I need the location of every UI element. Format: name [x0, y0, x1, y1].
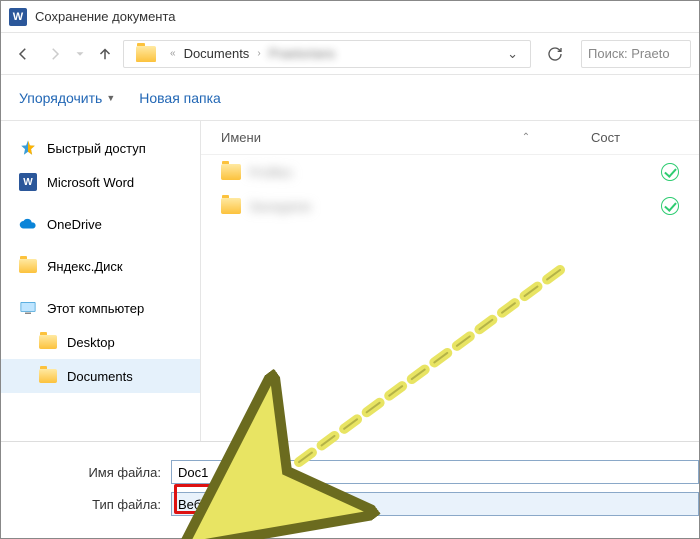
toolbar: Упорядочить ▼ Новая папка: [1, 75, 699, 121]
filename-value: Doc1: [178, 465, 208, 480]
sidebar-item-label: Documents: [67, 369, 133, 384]
sidebar-item-documents[interactable]: Documents: [1, 359, 200, 393]
organize-button[interactable]: Упорядочить ▼: [19, 90, 115, 106]
list-item[interactable]: Profiles: [201, 155, 699, 189]
nav-history-dropdown[interactable]: [73, 40, 87, 68]
folder-icon: [39, 333, 57, 351]
column-state[interactable]: Сост: [591, 130, 679, 145]
file-name: Profiles: [249, 165, 449, 180]
new-folder-label: Новая папка: [139, 90, 221, 106]
filename-label: Имя файла:: [1, 465, 171, 480]
filetype-row: Тип файла: Веб-страница: [1, 488, 699, 520]
refresh-button[interactable]: [541, 40, 569, 68]
sidebar-item-desktop[interactable]: Desktop: [1, 325, 200, 359]
sidebar: Быстрый доступ W Microsoft Word OneDrive…: [1, 121, 201, 441]
word-icon: W: [9, 8, 27, 26]
file-list: Имени ⌃ Сост Profiles Savegame: [201, 121, 699, 441]
folder-icon: [136, 46, 156, 62]
pc-icon: [19, 299, 37, 317]
column-name[interactable]: Имени: [221, 130, 461, 145]
filename-input[interactable]: Doc1: [171, 460, 699, 484]
sidebar-item-onedrive[interactable]: OneDrive: [1, 207, 200, 241]
star-icon: [19, 139, 37, 157]
file-name: Savegame: [249, 199, 449, 214]
check-ok-icon: [661, 163, 679, 181]
word-icon: W: [19, 173, 37, 191]
folder-icon: [221, 164, 241, 180]
filetype-label: Тип файла:: [1, 497, 171, 512]
save-dialog: W Сохранение документа « Documents › Pra…: [0, 0, 700, 539]
chevron-right-icon: ›: [253, 48, 264, 59]
sidebar-item-yadisk[interactable]: Яндекс.Диск: [1, 249, 200, 283]
main-area: Быстрый доступ W Microsoft Word OneDrive…: [1, 121, 699, 442]
file-list-header[interactable]: Имени ⌃ Сост: [201, 121, 699, 155]
sidebar-item-label: Microsoft Word: [47, 175, 134, 190]
sort-indicator-icon[interactable]: ⌃: [461, 132, 591, 143]
new-folder-button[interactable]: Новая папка: [139, 90, 221, 106]
breadcrumb-segment[interactable]: Documents: [184, 46, 250, 61]
chevron-left-icon: «: [166, 48, 180, 59]
sidebar-item-label: OneDrive: [47, 217, 102, 232]
nav-bar: « Documents › Praetorians ⌄ Поиск: Praet…: [1, 33, 699, 75]
breadcrumb-dropdown[interactable]: ⌄: [507, 46, 524, 62]
filename-row: Имя файла: Doc1: [1, 456, 699, 488]
filetype-value: Веб-страница: [178, 497, 262, 512]
caret-down-icon: ▼: [106, 93, 115, 103]
organize-label: Упорядочить: [19, 90, 102, 106]
folder-icon: [221, 198, 241, 214]
filetype-select[interactable]: Веб-страница: [171, 492, 699, 516]
sidebar-item-this-pc[interactable]: Этот компьютер: [1, 291, 200, 325]
sidebar-item-quick-access[interactable]: Быстрый доступ: [1, 131, 200, 165]
save-fields: Имя файла: Doc1 Тип файла: Веб-страница: [1, 442, 699, 538]
list-item[interactable]: Savegame: [201, 189, 699, 223]
cloud-icon: [19, 215, 37, 233]
sidebar-item-label: Быстрый доступ: [47, 141, 146, 156]
sidebar-item-word[interactable]: W Microsoft Word: [1, 165, 200, 199]
folder-icon: [39, 367, 57, 385]
sidebar-item-label: Этот компьютер: [47, 301, 144, 316]
nav-forward-button[interactable]: [41, 40, 69, 68]
search-placeholder: Поиск: Praeto: [588, 46, 670, 61]
window-title: Сохранение документа: [35, 9, 176, 24]
check-ok-icon: [661, 197, 679, 215]
search-input[interactable]: Поиск: Praeto: [581, 40, 691, 68]
breadcrumb-segment[interactable]: Praetorians: [269, 46, 335, 61]
sidebar-item-label: Яндекс.Диск: [47, 259, 123, 274]
folder-icon: [19, 257, 37, 275]
breadcrumb[interactable]: « Documents › Praetorians ⌄: [123, 40, 531, 68]
titlebar: W Сохранение документа: [1, 1, 699, 33]
nav-up-button[interactable]: [91, 40, 119, 68]
nav-back-button[interactable]: [9, 40, 37, 68]
sidebar-item-label: Desktop: [67, 335, 115, 350]
